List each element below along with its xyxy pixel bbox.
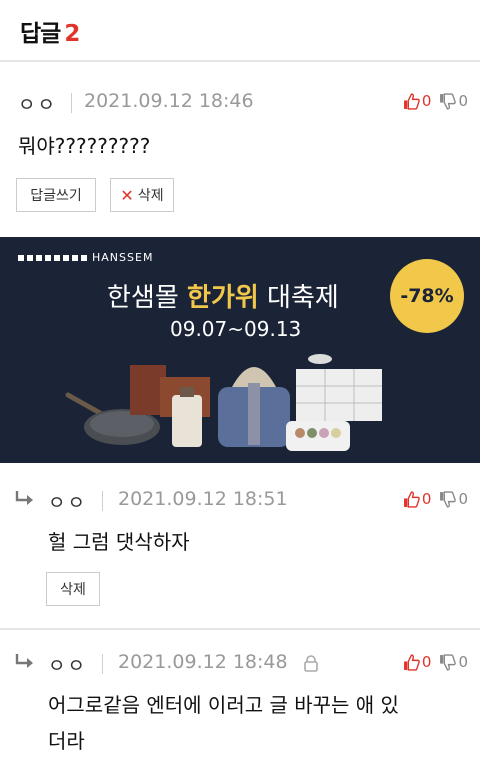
delete-button[interactable]: ✕ 삭제 xyxy=(110,178,174,212)
comment-meta: ㅇㅇ 2021.09.12 18:51 0 0 xyxy=(0,484,480,514)
replies-title: 답글 2 xyxy=(20,14,80,48)
comment-author[interactable]: ㅇㅇ xyxy=(48,651,87,678)
ad-product-illustration xyxy=(65,354,382,451)
thumbs-down-icon xyxy=(440,490,457,508)
comment-1: ㅇㅇ 2021.09.12 18:46 0 0 뭐야????????? 답글쓰기… xyxy=(0,86,480,236)
replies-count: 2 xyxy=(64,21,80,47)
ad-title-pre: 한샘몰 xyxy=(107,283,188,313)
ad-brand-name: HANSSEM xyxy=(92,251,154,264)
brand-mark-icon xyxy=(18,255,88,261)
delete-label: 삭제 xyxy=(60,582,86,598)
replies-header: 답글 2 xyxy=(0,0,480,62)
comment-text-line-2: 더라 xyxy=(48,729,85,753)
ad-discount-badge: -78% xyxy=(390,259,464,333)
reply-write-label: 답글쓰기 xyxy=(30,188,82,204)
vote-group: 0 0 xyxy=(395,90,468,112)
thumbs-down-icon xyxy=(440,653,457,671)
upvote-button[interactable]: 0 xyxy=(403,490,432,508)
comment-text: 뭐야????????? xyxy=(18,134,151,158)
vote-group: 0 0 xyxy=(395,651,468,673)
comment-author[interactable]: ㅇㅇ xyxy=(18,90,57,117)
comment-date: 2021.09.12 18:51 xyxy=(118,488,288,510)
comment-3: ㅇㅇ 2021.09.12 18:48 0 0 어그로같음 엔터에 이러고 글 … xyxy=(0,647,480,771)
comment-meta: ㅇㅇ 2021.09.12 18:46 0 0 xyxy=(0,86,480,116)
upvote-count: 0 xyxy=(421,92,432,110)
upvote-button[interactable]: 0 xyxy=(403,92,432,110)
thumbs-up-icon xyxy=(403,490,420,508)
comment-date: 2021.09.12 18:46 xyxy=(84,90,254,112)
meta-separator xyxy=(71,93,72,113)
downvote-count: 0 xyxy=(458,92,468,110)
drawer-organizer-icon xyxy=(296,354,382,421)
comment-text: 헐 그럼 댓삭하자 xyxy=(48,530,190,554)
upvote-count: 0 xyxy=(421,653,432,671)
thumbs-up-icon xyxy=(403,653,420,671)
reply-arrow-icon xyxy=(15,654,33,668)
wrapped-gift-icon xyxy=(218,367,290,447)
upvote-button[interactable]: 0 xyxy=(403,653,432,671)
downvote-count: 0 xyxy=(458,490,468,508)
ad-brand-logo: HANSSEM xyxy=(18,251,153,264)
delete-x-icon: ✕ xyxy=(120,185,134,205)
downvote-button[interactable]: 0 xyxy=(439,92,468,110)
thumbs-up-icon xyxy=(403,92,420,110)
thumbs-down-icon xyxy=(440,92,457,110)
comment-text-line-1: 어그로같음 엔터에 이러고 글 바꾸는 애 있 xyxy=(48,693,399,717)
ad-banner[interactable]: HANSSEM 한샘몰 한가위 대축제 09.07~09.13 -78% xyxy=(0,237,480,463)
rice-cake-tray-icon xyxy=(286,421,350,451)
comment-author[interactable]: ㅇㅇ xyxy=(48,488,87,515)
ad-title-post: 대축제 xyxy=(258,283,339,313)
downvote-button[interactable]: 0 xyxy=(439,490,468,508)
ad-title-highlight: 한가위 xyxy=(187,283,259,313)
ad-title: 한샘몰 한가위 대축제 xyxy=(107,277,339,314)
reply-arrow-icon xyxy=(15,491,33,505)
upvote-count: 0 xyxy=(421,490,432,508)
ad-dates: 09.07~09.13 xyxy=(170,317,302,341)
delete-label: 삭제 xyxy=(137,188,164,204)
comment-2: ㅇㅇ 2021.09.12 18:51 0 0 헐 그럼 댓삭하자 삭제 xyxy=(0,484,480,614)
meta-separator xyxy=(102,491,103,511)
comment-meta: ㅇㅇ 2021.09.12 18:48 0 0 xyxy=(0,647,480,677)
delete-button[interactable]: 삭제 xyxy=(46,572,100,606)
reply-write-button[interactable]: 답글쓰기 xyxy=(16,178,96,212)
vote-group: 0 0 xyxy=(395,488,468,510)
downvote-button[interactable]: 0 xyxy=(439,653,468,671)
meta-separator xyxy=(102,654,103,674)
lock-icon xyxy=(304,655,318,672)
replies-title-label: 답글 xyxy=(20,21,61,47)
downvote-count: 0 xyxy=(458,653,468,671)
comment-date: 2021.09.12 18:48 xyxy=(118,651,288,673)
comment-divider xyxy=(0,628,480,630)
